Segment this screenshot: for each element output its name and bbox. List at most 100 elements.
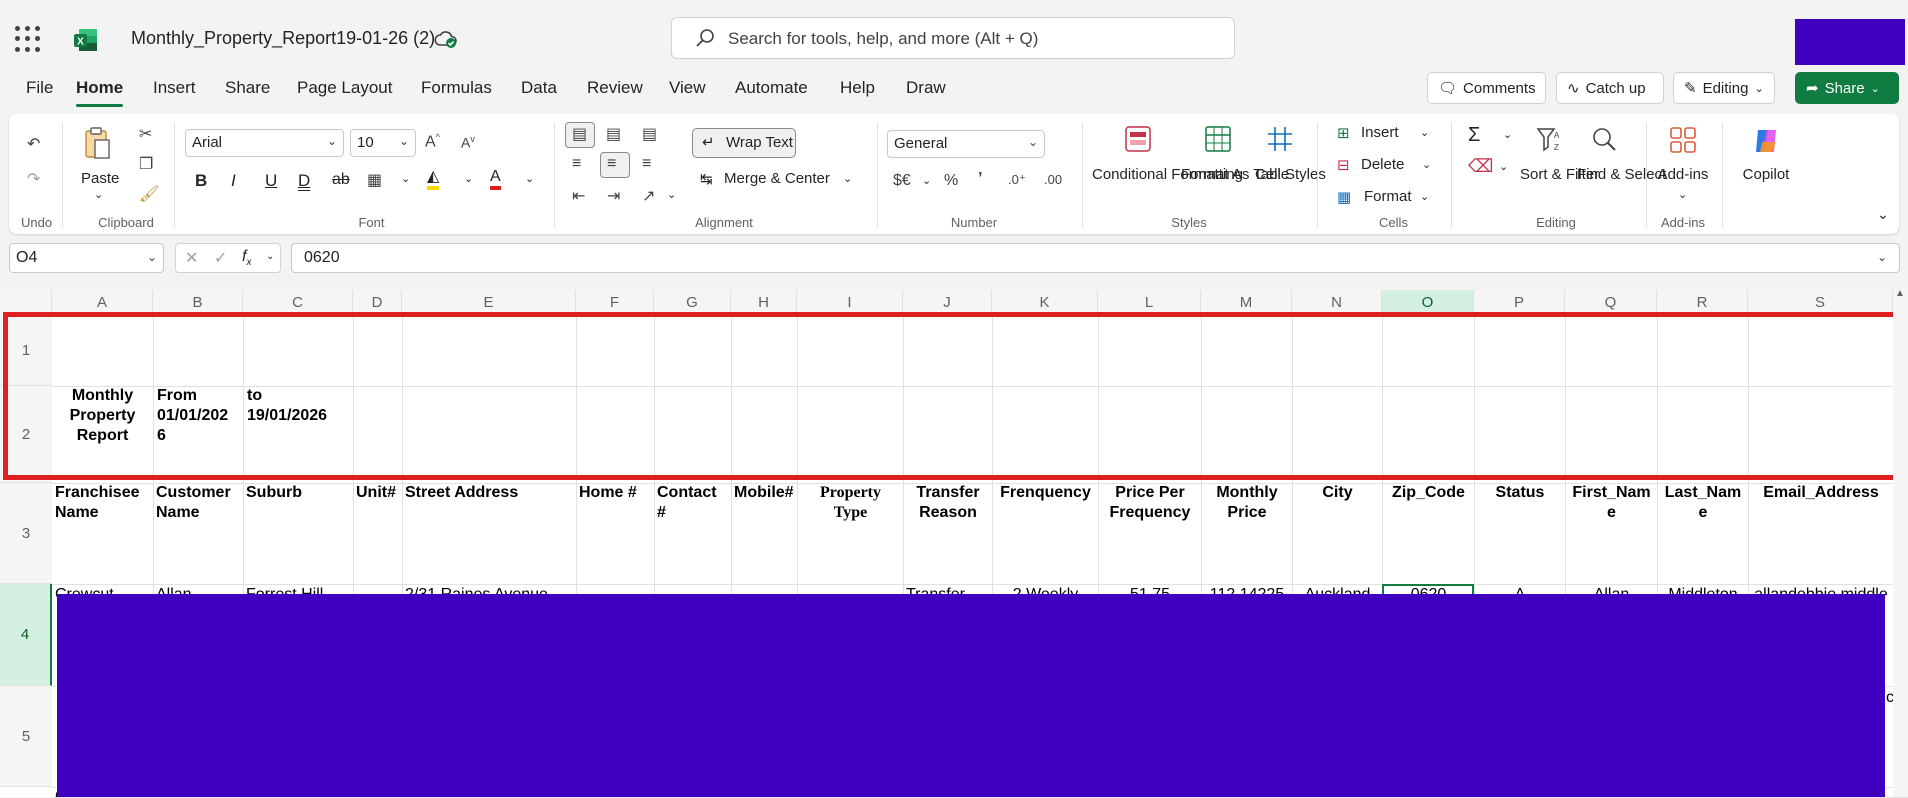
header-cell-j[interactable]: Transfer Reason — [906, 483, 990, 543]
copy-icon[interactable]: ❐ — [139, 154, 153, 174]
autosum-icon[interactable]: Σ — [1468, 124, 1480, 147]
chevron-down-icon[interactable]: ⌄ — [1499, 160, 1508, 173]
catch-up-button[interactable]: ∿ Catch up — [1556, 72, 1664, 104]
ribbon-collapse-chevron-icon[interactable]: ⌄ — [1877, 206, 1889, 223]
orientation-icon[interactable]: ↗ — [642, 186, 655, 206]
align-bottom-icon[interactable]: ▤ — [642, 124, 657, 144]
header-cell-k[interactable]: Frenquency — [995, 483, 1096, 543]
bold-icon[interactable]: B — [195, 171, 207, 191]
sort-filter-icon[interactable]: A Z — [1536, 126, 1562, 154]
conditional-formatting-icon[interactable] — [1125, 126, 1151, 152]
tab-formulas[interactable]: Formulas — [421, 78, 492, 98]
copilot-icon[interactable] — [1752, 126, 1782, 156]
enter-icon[interactable]: ✓ — [214, 248, 227, 268]
font-color-icon[interactable]: A — [490, 168, 501, 190]
align-middle-icon[interactable]: ▤ — [606, 124, 621, 144]
tab-data[interactable]: Data — [521, 78, 557, 98]
font-name-select[interactable]: Arial ⌄ — [185, 129, 344, 157]
chevron-down-icon[interactable]: ⌄ — [1420, 190, 1429, 203]
scroll-up-icon[interactable]: ▲ — [1895, 288, 1905, 299]
insert-cells-button[interactable]: Insert — [1361, 124, 1399, 141]
align-right-icon[interactable]: ≡ — [642, 155, 651, 173]
tab-draw[interactable]: Draw — [906, 78, 946, 98]
header-cell-n[interactable]: City — [1295, 483, 1380, 543]
merge-center-button[interactable]: Merge & Center — [724, 170, 830, 187]
insert-function-icon[interactable]: fx — [242, 248, 251, 268]
format-as-table-icon[interactable] — [1205, 126, 1231, 152]
chevron-down-icon[interactable]: ⌄ — [1678, 188, 1687, 201]
tab-review[interactable]: Review — [587, 78, 643, 98]
header-cell-q[interactable]: First_Nam e — [1568, 483, 1655, 543]
tab-share[interactable]: Share — [225, 78, 270, 98]
add-ins-button[interactable]: Add-ins — [1655, 165, 1711, 184]
cloud-saved-icon[interactable] — [434, 28, 458, 50]
fill-color-icon[interactable]: ◭ — [427, 168, 440, 190]
search-box[interactable]: Search for tools, help, and more (Alt + … — [671, 17, 1235, 59]
spreadsheet-grid[interactable]: ABCDEFGHIJKLMNOPQRS 12345 Monthly Proper… — [0, 288, 1908, 798]
strikethrough-icon[interactable]: ab — [332, 171, 350, 189]
tab-home[interactable]: Home — [76, 78, 124, 107]
header-cell-f[interactable]: Home # — [579, 483, 652, 543]
tab-help[interactable]: Help — [840, 78, 875, 98]
paste-icon[interactable] — [83, 126, 111, 160]
delete-cells-button[interactable]: Delete — [1361, 156, 1404, 173]
header-cell-a[interactable]: Franchisee Name — [55, 483, 151, 543]
excel-logo-icon[interactable]: X — [73, 27, 99, 53]
undo-icon[interactable]: ↶ — [27, 134, 40, 154]
currency-icon[interactable]: $€ — [893, 172, 911, 190]
header-cell-c[interactable]: Suburb — [246, 483, 351, 543]
header-cell-s[interactable]: Email_Address — [1751, 483, 1891, 543]
paste-button[interactable]: Paste — [81, 170, 119, 187]
chevron-down-icon[interactable]: ⌄ — [266, 251, 274, 262]
decrease-indent-icon[interactable]: ⇤ — [572, 186, 585, 206]
chevron-down-icon[interactable]: ⌄ — [843, 172, 852, 185]
chevron-down-icon[interactable]: ⌄ — [1420, 126, 1429, 139]
align-left-icon[interactable]: ≡ — [572, 155, 581, 173]
chevron-down-icon[interactable]: ⌄ — [1422, 158, 1431, 171]
increase-decimal-icon[interactable]: .0⁺ — [1008, 172, 1026, 188]
tab-file[interactable]: File — [26, 78, 53, 98]
header-cell-d[interactable]: Unit# — [356, 483, 400, 543]
header-cell-l[interactable]: Price Per Frequency — [1101, 483, 1199, 543]
format-cells-button[interactable]: Format — [1364, 188, 1412, 205]
vertical-scrollbar[interactable]: ▲ — [1893, 288, 1908, 797]
share-button[interactable]: ➦ Share ⌄ — [1795, 72, 1899, 104]
tab-insert[interactable]: Insert — [153, 78, 196, 98]
formula-input[interactable]: 0620 ⌄ — [291, 243, 1900, 273]
row-header-5[interactable]: 5 — [0, 686, 52, 787]
chevron-down-icon[interactable]: ⌄ — [1503, 128, 1512, 141]
cell-styles-icon[interactable] — [1267, 126, 1293, 152]
document-title[interactable]: Monthly_Property_Report19-01-26 (2) — [131, 28, 435, 49]
name-box[interactable]: O4 ⌄ — [9, 243, 164, 273]
increase-indent-icon[interactable]: ⇥ — [607, 186, 620, 206]
add-ins-icon[interactable] — [1669, 126, 1697, 154]
percent-icon[interactable]: % — [944, 172, 958, 190]
clear-icon[interactable]: ⌫ — [1468, 156, 1493, 177]
italic-icon[interactable]: I — [231, 171, 236, 191]
tab-automate[interactable]: Automate — [735, 78, 808, 98]
header-cell-p[interactable]: Status — [1477, 483, 1563, 543]
chevron-down-icon[interactable]: ⌄ — [525, 172, 534, 185]
chevron-down-icon[interactable]: ⌄ — [401, 172, 410, 185]
app-launcher-icon[interactable] — [15, 26, 43, 52]
tab-view[interactable]: View — [669, 78, 706, 98]
comma-style-icon[interactable]: ’ — [978, 170, 982, 188]
chevron-down-icon[interactable]: ⌄ — [94, 188, 103, 201]
header-cell-m[interactable]: Monthly Price — [1204, 483, 1290, 543]
cell-styles-button[interactable]: Cell Styles — [1255, 165, 1326, 184]
borders-icon[interactable]: ▦ — [367, 170, 382, 190]
header-cell-e[interactable]: Street Address — [405, 483, 574, 543]
sort-filter-button[interactable]: Sort & Filter — [1520, 165, 1599, 184]
underline-icon[interactable]: U — [265, 171, 277, 191]
font-size-select[interactable]: 10 ⌄ — [350, 129, 416, 157]
decrease-decimal-icon[interactable]: .00 — [1044, 172, 1062, 187]
header-cell-g[interactable]: Contact # — [657, 483, 729, 543]
cut-icon[interactable]: ✂ — [139, 124, 152, 144]
header-cell-b[interactable]: Customer Name — [156, 483, 241, 543]
editing-mode-button[interactable]: ✎ Editing ⌄ — [1673, 72, 1775, 104]
format-as-table-button[interactable]: Format As Table — [1181, 165, 1289, 184]
redo-icon[interactable]: ↷ — [27, 169, 40, 189]
shrink-font-icon[interactable]: Av — [461, 134, 475, 151]
account-avatar-redacted[interactable] — [1795, 19, 1905, 65]
header-cell-h[interactable]: Mobile# — [734, 483, 795, 543]
